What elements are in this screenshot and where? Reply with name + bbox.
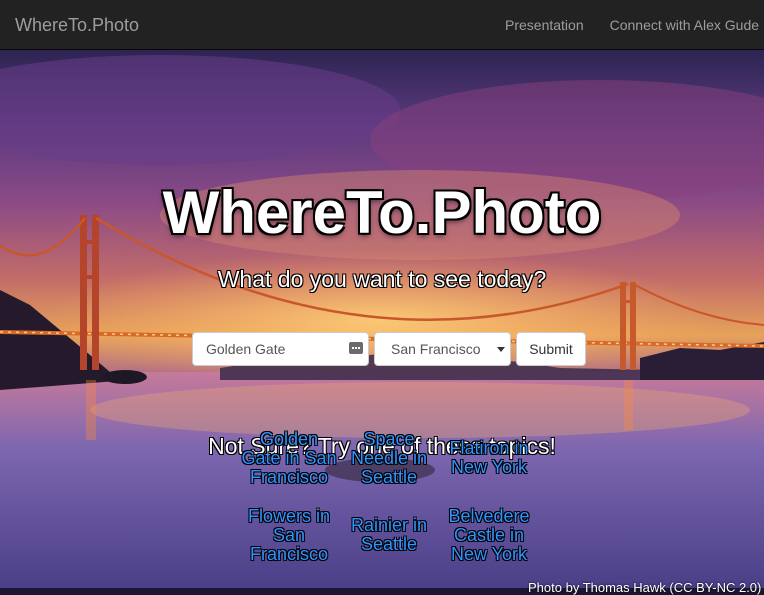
nav-links: Presentation Connect with Alex Gude — [505, 0, 764, 49]
nav-link-connect[interactable]: Connect with Alex Gude — [610, 0, 759, 49]
hero-subtitle: What do you want to see today? — [217, 266, 547, 292]
hero-photo — [0, 55, 764, 588]
hero-title: WhereTo.Photo — [162, 179, 602, 246]
city-select[interactable]: San Francisco — [374, 332, 511, 366]
keyboard-icon[interactable] — [349, 342, 363, 354]
triangle-down-icon — [497, 347, 505, 352]
topic-link-flatiron[interactable]: Flatiron in New York — [439, 439, 539, 477]
submit-button[interactable]: Submit — [516, 332, 586, 366]
nav-link-presentation[interactable]: Presentation — [505, 0, 584, 49]
topic-link-belvedere-castle[interactable]: Belvedere Castle in New York — [439, 507, 539, 564]
topic-link-flowers[interactable]: Flowers in San Francisco — [239, 507, 339, 564]
topic-link-space-needle[interactable]: Space Needle in Seattle — [339, 430, 439, 487]
navbar: WhereTo.Photo Presentation Connect with A… — [0, 0, 764, 50]
topic-link-rainier[interactable]: Rainier in Seattle — [339, 516, 439, 554]
search-input[interactable] — [192, 332, 369, 366]
topic-link-golden-gate[interactable]: Golden Gate in San Francisco — [239, 430, 339, 487]
hero-background: WhereTo.Photo What do you want to see to… — [0, 50, 764, 588]
brand-link[interactable]: WhereTo.Photo — [15, 0, 139, 49]
